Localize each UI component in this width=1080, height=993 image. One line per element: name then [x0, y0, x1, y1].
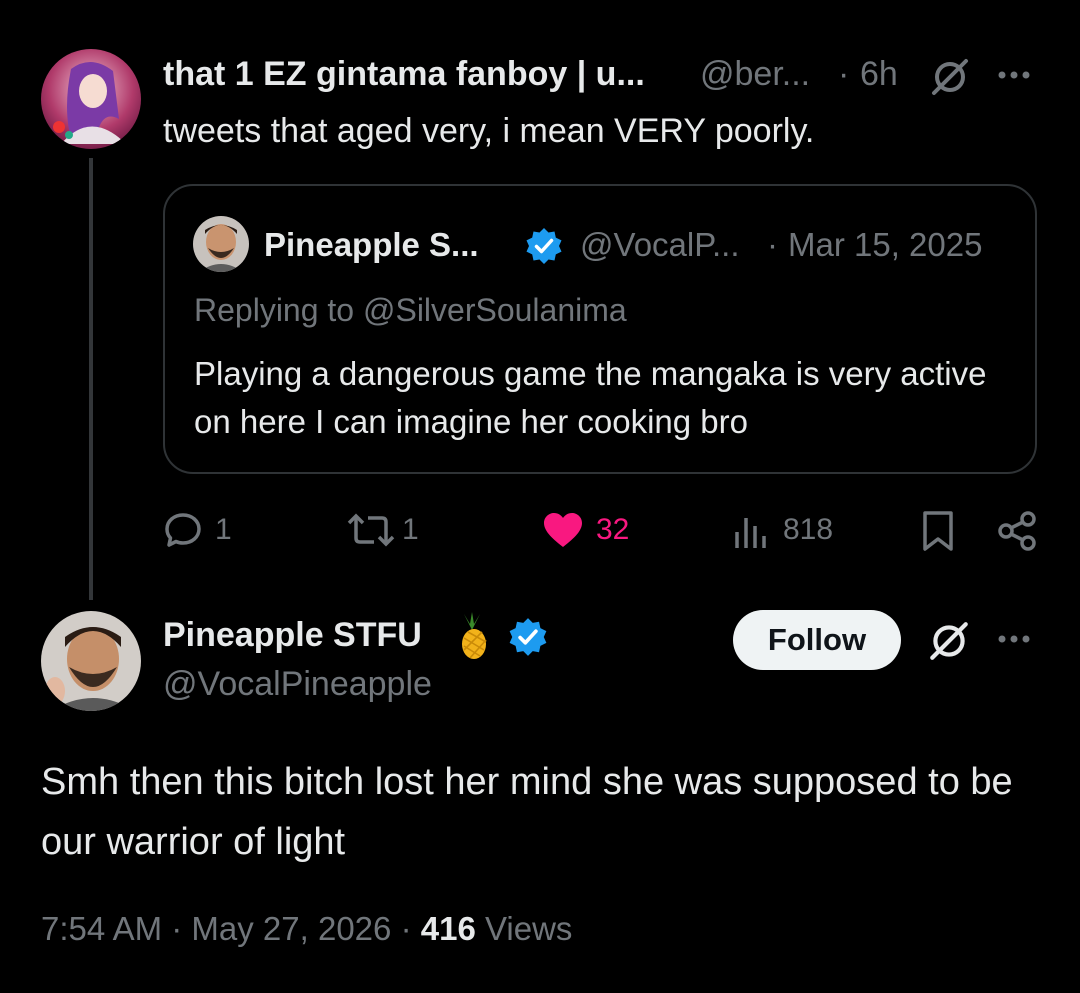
tweet1-avatar[interactable]: [41, 49, 141, 149]
tweet2-handle[interactable]: @VocalPineapple: [163, 665, 432, 704]
more-icon[interactable]: [996, 632, 1036, 646]
quote-display-name[interactable]: Pineapple S...: [264, 226, 479, 264]
tweet2-display-name[interactable]: Pineapple STFU: [163, 616, 422, 655]
tweet2-views-count: 416: [420, 910, 476, 947]
tweet1-timestamp[interactable]: 6h: [860, 55, 898, 94]
meta-separator: ·: [171, 910, 183, 947]
tweet1-display-name[interactable]: that 1 EZ gintama fanboy | u...: [163, 55, 645, 94]
meta-separator: ·: [400, 910, 412, 947]
heart-icon: [544, 513, 582, 547]
quote-avatar[interactable]: [193, 216, 249, 272]
quote-text: Playing a dangerous game the mangaka is …: [194, 355, 987, 440]
like-button[interactable]: 32: [542, 508, 642, 552]
tweet2-meta: 7:54 AM · May 27, 2026 · 416 Views: [41, 910, 572, 948]
quote-separator: ·: [767, 226, 778, 263]
tweet1-handle[interactable]: @ber...: [700, 55, 810, 94]
tweet2-time[interactable]: 7:54 AM: [41, 910, 162, 947]
repost-button[interactable]: 1: [346, 508, 436, 552]
verified-badge-icon: [524, 226, 564, 266]
tweet1-separator: ·: [838, 55, 850, 93]
tweet2-text: Smh then this bitch lost her mind she wa…: [41, 761, 1013, 863]
share-icon[interactable]: [996, 510, 1038, 552]
verified-badge-icon: [507, 616, 549, 658]
tweet1-text: tweets that aged very, i mean VERY poorl…: [163, 112, 815, 150]
repost-count: 1: [402, 513, 419, 546]
thread-line: [89, 158, 93, 600]
grok-icon[interactable]: [928, 55, 972, 99]
repost-icon: [347, 513, 395, 547]
tweet2-avatar[interactable]: [41, 611, 141, 711]
reply-button[interactable]: 1: [163, 508, 243, 552]
views-icon: [735, 518, 766, 548]
like-count: 32: [596, 513, 630, 546]
quote-handle[interactable]: @VocalP...: [580, 226, 740, 264]
quote-replying-to: Replying to @SilverSoulanima: [194, 292, 627, 328]
follow-button[interactable]: Follow: [733, 610, 901, 670]
more-icon[interactable]: [996, 68, 1036, 82]
tweet2-views-label: Views: [484, 910, 573, 947]
views-count: 818: [783, 513, 834, 546]
quote-date[interactable]: Mar 15, 2025: [788, 226, 982, 264]
reply-icon: [165, 513, 201, 547]
reply-count: 1: [215, 513, 232, 546]
bookmark-icon[interactable]: [920, 510, 956, 552]
grok-icon[interactable]: [926, 618, 972, 664]
tweet2-date[interactable]: May 27, 2026: [191, 910, 391, 947]
pineapple-emoji-icon: [452, 612, 492, 660]
views-button[interactable]: 818: [733, 508, 843, 552]
